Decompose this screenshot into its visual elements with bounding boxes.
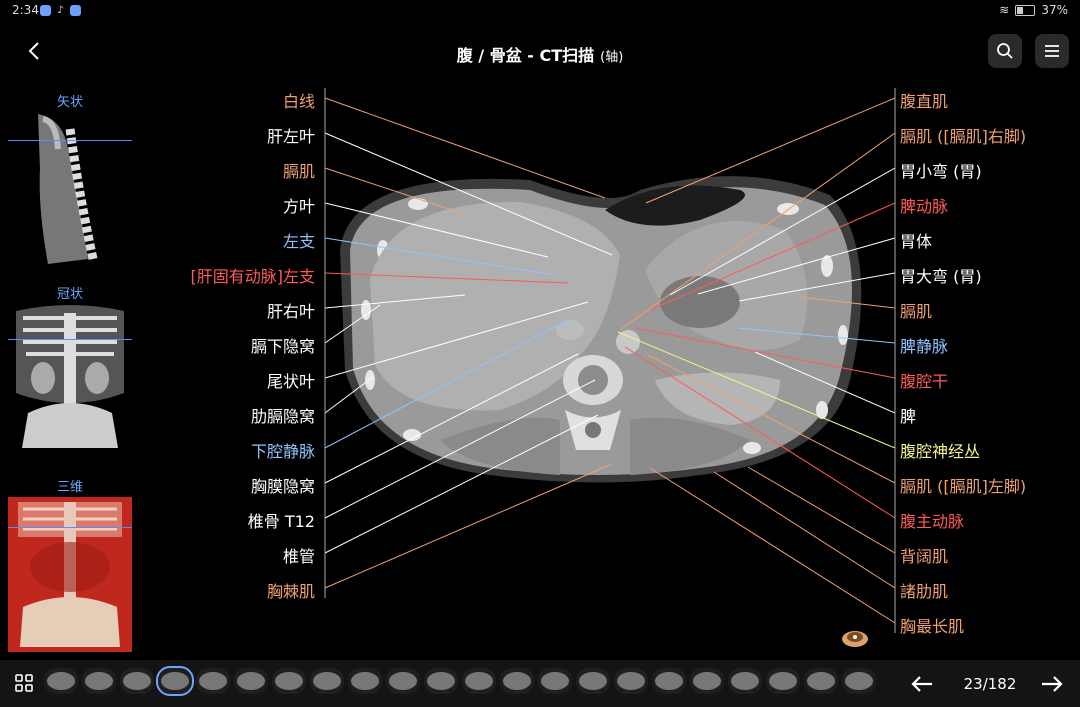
slice-thumbnail[interactable] bbox=[652, 668, 686, 694]
structure-label[interactable]: 方叶 bbox=[283, 193, 323, 217]
slice-thumbnail[interactable] bbox=[310, 668, 344, 694]
structure-label[interactable]: 椎管 bbox=[283, 543, 323, 567]
structure-label[interactable]: 膈肌 ([膈肌]左脚) bbox=[900, 473, 1026, 497]
structure-label[interactable]: 胸最长肌 bbox=[900, 613, 964, 637]
ct-viewer: 白线 肝左叶 膈肌 方叶 左支 [肝固有动脉]左支 肝右叶 膈下隐窝 尾状叶 肋膈隐窝 下腔静脉 胸膜… bbox=[140, 80, 1080, 660]
page-title: 腹 / 骨盆 - CT扫描 (轴) bbox=[456, 46, 624, 65]
structure-label[interactable]: 脾静脉 bbox=[900, 333, 948, 357]
structure-label[interactable]: 胃体 bbox=[900, 228, 932, 252]
view-label-sagittal: 矢状 bbox=[56, 95, 83, 110]
slice-counter: 23/182 bbox=[963, 675, 1017, 693]
structure-label[interactable]: 膈肌 bbox=[900, 298, 932, 322]
structure-label[interactable]: [肝固有动脉]左支 bbox=[191, 263, 324, 287]
view-selector: 矢状 冠状 三维 bbox=[0, 85, 140, 655]
slice-thumbnail[interactable] bbox=[538, 668, 572, 694]
tiktok-icon: ♪ bbox=[57, 5, 64, 16]
slice-thumbnail[interactable] bbox=[614, 668, 648, 694]
structure-label[interactable]: 腹腔干 bbox=[900, 368, 948, 392]
slice-navigator: 23/182 bbox=[0, 660, 1080, 707]
slice-thumbnail[interactable] bbox=[120, 668, 154, 694]
status-bar: 2:34 ♪ ≋ 37% bbox=[0, 0, 1080, 22]
slice-thumbnail[interactable] bbox=[82, 668, 116, 694]
structure-label[interactable]: 胸棘肌 bbox=[267, 578, 323, 602]
structure-label[interactable]: 肝左叶 bbox=[267, 123, 323, 147]
structure-label[interactable]: 左支 bbox=[283, 228, 323, 252]
structure-label[interactable]: 胃小弯 (胃) bbox=[900, 158, 982, 182]
orientation-logo-icon bbox=[842, 631, 868, 647]
structure-label[interactable]: 胃大弯 (胃) bbox=[900, 263, 982, 287]
arrow-right-icon[interactable] bbox=[1038, 670, 1066, 698]
slice-thumbnail[interactable] bbox=[500, 668, 534, 694]
left-structure-labels: 白线肝左叶膈肌方叶左支 [肝固有动脉]左支肝右叶膈下隐窝尾状叶肋膈隐窝下腔静脉胸膜… bbox=[140, 80, 323, 660]
structure-label[interactable]: 椎骨 T12 bbox=[248, 508, 323, 532]
notification-icon bbox=[40, 5, 51, 16]
menu-icon bbox=[1045, 45, 1059, 57]
structure-label[interactable]: 膈肌 bbox=[283, 158, 323, 182]
structure-label[interactable]: 肋膈隐窝 bbox=[251, 403, 323, 427]
structure-label[interactable]: 下腔静脉 bbox=[251, 438, 323, 462]
search-button[interactable] bbox=[988, 34, 1022, 68]
structure-label[interactable]: 腹主动脉 bbox=[900, 508, 964, 532]
slice-thumbnail[interactable] bbox=[424, 668, 458, 694]
search-icon bbox=[997, 43, 1013, 59]
slice-thumbnail[interactable] bbox=[576, 668, 610, 694]
coronal-view-thumbnail[interactable] bbox=[8, 303, 132, 455]
slice-thumbnail[interactable] bbox=[462, 668, 496, 694]
grid-icon[interactable] bbox=[14, 673, 34, 693]
battery-percent: 37% bbox=[1041, 3, 1068, 17]
top-bar: 腹 / 骨盆 - CT扫描 (轴) bbox=[0, 22, 1080, 82]
slice-thumbnail[interactable] bbox=[348, 668, 382, 694]
clock: 2:34 bbox=[12, 3, 39, 17]
slice-thumbnail[interactable] bbox=[234, 668, 268, 694]
structure-label[interactable]: 脾动脉 bbox=[900, 193, 948, 217]
menu-button[interactable] bbox=[1035, 34, 1069, 68]
structure-label[interactable]: 肝右叶 bbox=[267, 298, 323, 322]
slice-thumbnail[interactable] bbox=[728, 668, 762, 694]
structure-label[interactable]: 胸膜隐窝 bbox=[251, 473, 323, 497]
slice-thumbnail[interactable] bbox=[690, 668, 724, 694]
slice-thumbnail[interactable] bbox=[196, 668, 230, 694]
slice-thumbnail[interactable] bbox=[842, 668, 876, 694]
structure-label[interactable]: 腹腔神经丛 bbox=[900, 438, 980, 462]
slice-thumbnail[interactable] bbox=[386, 668, 420, 694]
wifi-icon: ≋ bbox=[999, 3, 1010, 17]
slice-thumbnail[interactable] bbox=[272, 668, 306, 694]
sagittal-view-thumbnail[interactable] bbox=[8, 109, 132, 269]
right-structure-labels: 腹直肌膈肌 ([膈肌]右脚) 胃小弯 (胃) 脾动脉胃体胃大弯 (胃) 膈肌脾静脉腹腔… bbox=[900, 80, 1080, 660]
slice-thumbnail[interactable] bbox=[44, 668, 78, 694]
slice-thumbnail[interactable] bbox=[766, 668, 800, 694]
app-icon bbox=[70, 5, 81, 16]
arrow-left-icon[interactable] bbox=[908, 670, 936, 698]
view-label-3d: 三维 bbox=[56, 480, 83, 495]
structure-label[interactable]: 尾状叶 bbox=[267, 368, 323, 392]
structure-label[interactable]: 腹直肌 bbox=[900, 88, 948, 112]
3d-view-thumbnail[interactable] bbox=[8, 497, 132, 652]
slice-thumbnail[interactable] bbox=[156, 666, 194, 696]
structure-label[interactable]: 背阔肌 bbox=[900, 543, 948, 567]
structure-label[interactable]: 白线 bbox=[283, 88, 323, 112]
slice-thumbnail[interactable] bbox=[804, 668, 838, 694]
structure-label[interactable]: 膈下隐窝 bbox=[251, 333, 323, 357]
structure-label[interactable]: 膈肌 ([膈肌]右脚) bbox=[900, 123, 1026, 147]
slice-thumbnail-strip[interactable] bbox=[44, 666, 876, 696]
structure-label[interactable]: 脾 bbox=[900, 403, 916, 427]
structure-label[interactable]: 諸肋肌 bbox=[900, 578, 948, 602]
battery-icon bbox=[1015, 4, 1036, 16]
view-label-coronal: 冠状 bbox=[56, 287, 83, 302]
